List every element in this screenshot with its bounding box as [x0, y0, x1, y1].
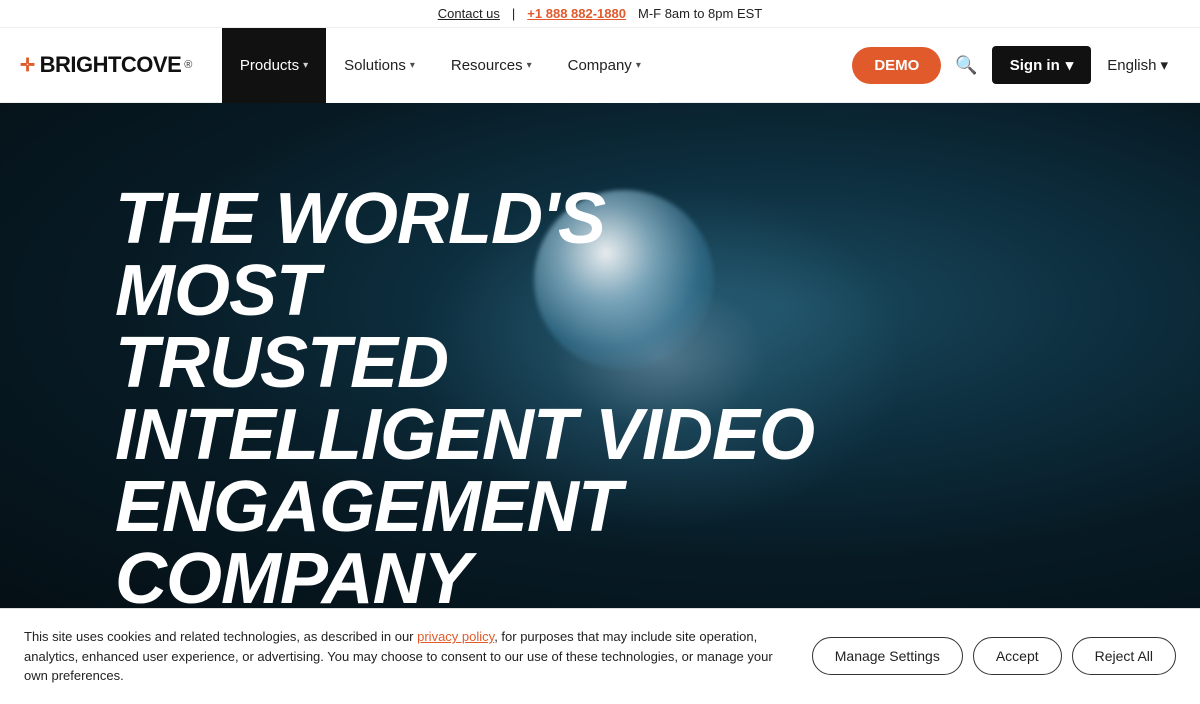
- nav-solutions[interactable]: Solutions ▾: [326, 28, 433, 103]
- cookie-message: This site uses cookies and related techn…: [24, 627, 792, 686]
- hero-title: THE WORLD'S MOST TRUSTED INTELLIGENT VID…: [115, 183, 815, 608]
- nav-actions: DEMO 🔍 Sign in ▾ English ▾: [852, 46, 1180, 84]
- chevron-down-icon: ▾: [303, 60, 308, 71]
- hero-title-line5: COMPANY: [115, 539, 471, 608]
- chevron-down-icon: ▾: [1160, 56, 1168, 74]
- navbar: ✛BRIGHTCOVE® Products ▾ Solutions ▾ Reso…: [0, 28, 1200, 103]
- lang-label: English: [1107, 57, 1156, 74]
- search-button[interactable]: 🔍: [945, 47, 987, 84]
- separator: |: [512, 6, 515, 21]
- phone-link[interactable]: +1 888 882-1880: [527, 6, 626, 21]
- privacy-policy-link[interactable]: privacy policy: [417, 629, 494, 644]
- logo-text: ✛BRIGHTCOVE®: [20, 52, 192, 78]
- nav-company-label: Company: [568, 57, 632, 74]
- nav-solutions-label: Solutions: [344, 57, 406, 74]
- demo-button[interactable]: DEMO: [852, 47, 941, 84]
- cookie-actions: Manage Settings Accept Reject All: [812, 637, 1176, 675]
- hero-title-line1: THE WORLD'S MOST: [115, 179, 605, 331]
- nav-links: Products ▾ Solutions ▾ Resources ▾ Compa…: [222, 28, 852, 103]
- nav-resources[interactable]: Resources ▾: [433, 28, 550, 103]
- logo-cross-icon: ✛: [20, 55, 35, 76]
- top-bar: Contact us | +1 888 882-1880 M-F 8am to …: [0, 0, 1200, 28]
- nav-products-label: Products: [240, 57, 299, 74]
- nav-resources-label: Resources: [451, 57, 523, 74]
- logo[interactable]: ✛BRIGHTCOVE®: [20, 52, 192, 78]
- chevron-down-icon: ▾: [636, 60, 641, 71]
- contact-link[interactable]: Contact us: [438, 6, 500, 21]
- accept-button[interactable]: Accept: [973, 637, 1062, 675]
- reject-button[interactable]: Reject All: [1072, 637, 1176, 675]
- hours-text: M-F 8am to 8pm EST: [638, 6, 762, 21]
- nav-products[interactable]: Products ▾: [222, 28, 326, 103]
- chevron-down-icon: ▾: [1066, 56, 1074, 74]
- hero-title-line3: INTELLIGENT VIDEO: [115, 395, 814, 475]
- chevron-down-icon: ▾: [410, 60, 415, 71]
- search-icon: 🔍: [955, 55, 977, 75]
- cookie-bar: This site uses cookies and related techn…: [0, 608, 1200, 704]
- hero-section: THE WORLD'S MOST TRUSTED INTELLIGENT VID…: [0, 103, 1200, 608]
- chevron-down-icon: ▾: [527, 60, 532, 71]
- language-button[interactable]: English ▾: [1095, 48, 1180, 82]
- hero-content: THE WORLD'S MOST TRUSTED INTELLIGENT VID…: [0, 103, 1200, 608]
- hero-title-line4: ENGAGEMENT: [115, 467, 621, 547]
- manage-settings-button[interactable]: Manage Settings: [812, 637, 963, 675]
- nav-company[interactable]: Company ▾: [550, 28, 659, 103]
- hero-title-line2: TRUSTED: [115, 323, 448, 403]
- signin-label: Sign in: [1010, 57, 1060, 74]
- signin-button[interactable]: Sign in ▾: [992, 46, 1092, 84]
